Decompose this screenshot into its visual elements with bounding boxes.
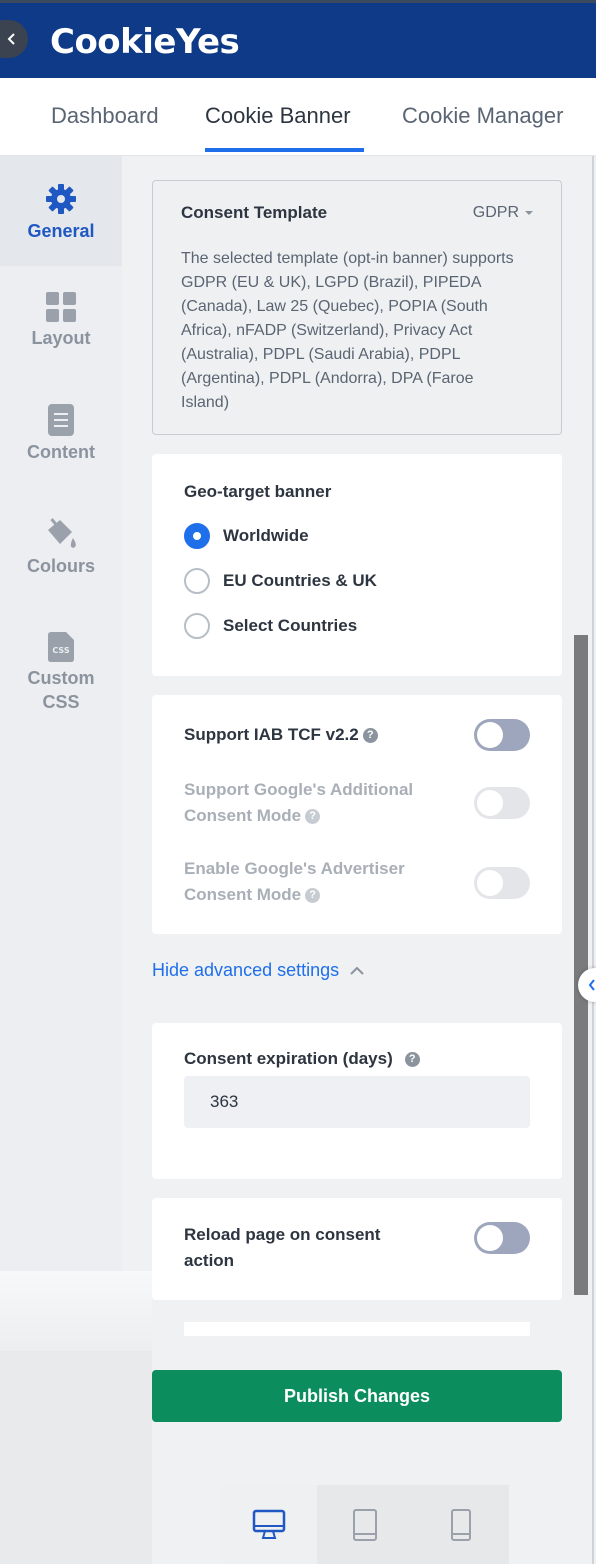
sidebar-item-label: Content [27, 442, 95, 462]
google-advertiser-consent-row: Enable Google's Advertiser Consent Mode? [184, 856, 530, 908]
iab-tcf-row: Support IAB TCF v2.2? [184, 719, 530, 751]
sidebar-bottom-panel [0, 1351, 152, 1564]
panel-divider [592, 156, 594, 1564]
active-tab-indicator [205, 148, 364, 152]
radio-select-countries[interactable]: Select Countries [184, 613, 357, 639]
consent-expiration-card: Consent expiration (days)? 363 [152, 1023, 562, 1179]
sidebar-item-label: Custom CSS [27, 668, 95, 712]
iab-tcf-toggle[interactable] [474, 719, 530, 751]
google-advertiser-consent-text: Enable Google's Advertiser Consent Mode [184, 859, 405, 904]
back-button[interactable] [0, 20, 28, 58]
device-preview-bar [221, 1485, 509, 1564]
mobile-icon [451, 1508, 471, 1541]
advanced-settings-label: Hide advanced settings [152, 960, 340, 980]
radio-label: EU Countries & UK [223, 571, 377, 590]
reload-page-row: Reload page on consent action [184, 1222, 530, 1274]
reload-page-toggle[interactable] [474, 1222, 530, 1254]
sidebar-item-custom-css[interactable]: CSS Custom CSS [0, 632, 122, 732]
gear-icon [46, 184, 76, 214]
partial-card-edge [184, 1322, 530, 1336]
iab-tcf-label: Support IAB TCF v2.2? [184, 722, 444, 748]
radio-button-checked[interactable] [184, 523, 210, 549]
sidebar-item-label: Colours [26, 556, 95, 576]
sidebar-item-label: General [27, 221, 95, 241]
google-advertiser-consent-toggle[interactable] [474, 867, 530, 899]
sidebar-item-general[interactable]: General [0, 156, 122, 266]
chevron-left-icon [7, 33, 15, 45]
chevron-left-icon [588, 979, 595, 991]
top-tabs: Dashboard Cookie Banner Cookie Manager [0, 78, 596, 156]
google-additional-consent-toggle[interactable] [474, 787, 530, 819]
consent-expiration-label: Consent expiration (days)? [184, 1049, 420, 1069]
scrollbar-thumb[interactable] [574, 635, 588, 1295]
help-icon[interactable]: ? [305, 809, 321, 825]
radio-button[interactable] [184, 568, 210, 594]
caret-down-icon [525, 211, 533, 215]
sidebar-item-content[interactable]: Content [0, 404, 122, 494]
hide-advanced-settings-link[interactable]: Hide advanced settings [152, 960, 365, 981]
consent-template-title: Consent Template [181, 203, 328, 222]
consent-template-card: Consent Template GDPR The selected templ… [152, 180, 562, 435]
radio-worldwide[interactable]: Worldwide [184, 523, 309, 549]
publish-changes-button[interactable]: Publish Changes [152, 1370, 562, 1422]
radio-button[interactable] [184, 613, 210, 639]
paint-bucket-icon [48, 518, 76, 548]
consent-template-value: GDPR [472, 204, 519, 221]
svg-text:CSS: CSS [52, 646, 69, 655]
sidebar-item-label: Layout [31, 328, 91, 348]
iab-tcf-text: Support IAB TCF v2.2 [184, 725, 359, 744]
geo-target-card: Geo-target banner Worldwide EU Countries… [152, 454, 562, 676]
reload-page-card: Reload page on consent action [152, 1198, 562, 1300]
tab-cookie-banner[interactable]: Cookie Banner [205, 102, 351, 130]
reload-page-label: Reload page on consent action [184, 1225, 381, 1270]
desktop-preview-button[interactable] [221, 1485, 317, 1564]
top-border [0, 0, 596, 3]
tab-cookie-manager[interactable]: Cookie Manager [402, 102, 563, 130]
consent-expiration-text: Consent expiration (days) [184, 1049, 393, 1068]
radio-label: Worldwide [223, 526, 309, 545]
css-file-icon: CSS [48, 632, 74, 662]
google-additional-consent-row: Support Google's Additional Consent Mode… [184, 777, 530, 829]
chevron-up-icon [350, 966, 364, 975]
sidebar-fade [0, 1271, 152, 1351]
help-icon[interactable]: ? [362, 728, 378, 744]
tablet-preview-button[interactable] [317, 1485, 413, 1564]
google-advertiser-consent-label: Enable Google's Advertiser Consent Mode? [184, 856, 444, 908]
google-additional-consent-label: Support Google's Additional Consent Mode… [184, 777, 444, 829]
radio-label: Select Countries [223, 616, 358, 635]
consent-template-select[interactable]: GDPR [473, 204, 533, 222]
help-icon[interactable]: ? [305, 888, 321, 904]
document-icon [48, 404, 74, 436]
cookieyes-logo[interactable]: CookieYes [50, 22, 240, 62]
settings-sidebar: General Layout Content Colours CSS Custo… [0, 156, 122, 1271]
grid-icon [46, 292, 76, 322]
help-icon[interactable]: ? [404, 1052, 420, 1068]
consent-expiration-input[interactable]: 363 [184, 1076, 530, 1128]
mobile-preview-button[interactable] [413, 1485, 509, 1564]
google-additional-consent-text: Support Google's Additional Consent Mode [184, 780, 414, 825]
tablet-icon [353, 1508, 377, 1541]
consent-template-description: The selected template (opt-in banner) su… [181, 250, 514, 411]
geo-target-title: Geo-target banner [184, 482, 332, 501]
sidebar-item-colours[interactable]: Colours [0, 518, 122, 608]
consent-mode-card: Support IAB TCF v2.2? Support Google's A… [152, 695, 562, 934]
tab-dashboard[interactable]: Dashboard [51, 102, 159, 130]
sidebar-item-layout[interactable]: Layout [0, 292, 122, 382]
desktop-icon [252, 1509, 286, 1539]
radio-eu-countries[interactable]: EU Countries & UK [184, 568, 377, 594]
app-header: CookieYes [0, 0, 596, 78]
